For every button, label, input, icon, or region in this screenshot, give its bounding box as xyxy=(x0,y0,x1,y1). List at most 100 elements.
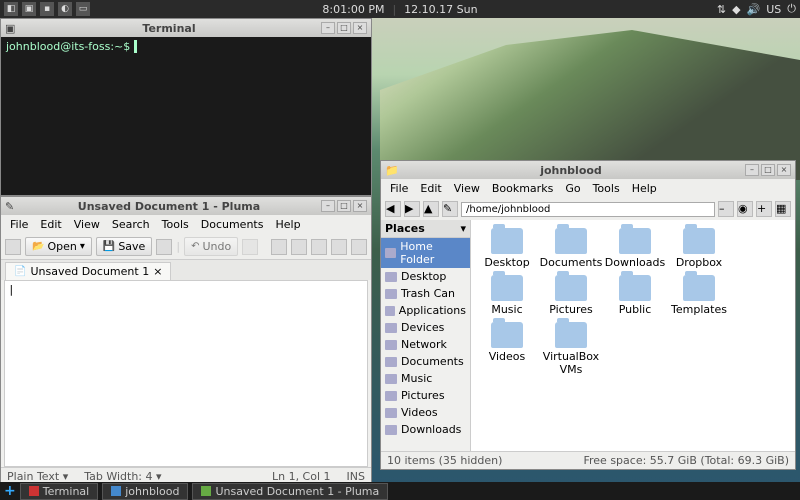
tab-close-icon[interactable]: × xyxy=(153,265,162,278)
pluma-window: ✎ Unsaved Document 1 - Pluma – □ × File … xyxy=(0,196,372,486)
sidebar-item-downloads[interactable]: Downloads xyxy=(381,421,470,438)
back-icon[interactable]: ◀ xyxy=(385,201,401,217)
minimize-button[interactable]: – xyxy=(745,164,759,176)
fm-title: johnblood xyxy=(399,164,743,177)
zoom-out-icon[interactable]: – xyxy=(718,201,734,217)
zoom-in-icon[interactable]: + xyxy=(756,201,772,217)
menu-bookmarks[interactable]: Bookmarks xyxy=(487,181,558,196)
location-input[interactable] xyxy=(461,202,715,217)
files-icon[interactable]: ▣ xyxy=(22,2,36,16)
maximize-button[interactable]: □ xyxy=(761,164,775,176)
pluma-titlebar[interactable]: ✎ Unsaved Document 1 - Pluma – □ × xyxy=(1,197,371,215)
copy-icon[interactable] xyxy=(291,239,307,255)
close-button[interactable]: × xyxy=(353,200,367,212)
zoom-reset-icon[interactable]: ◉ xyxy=(737,201,753,217)
paste-icon[interactable] xyxy=(311,239,327,255)
folder-documents[interactable]: Documents xyxy=(543,228,599,269)
browser-icon[interactable]: ◐ xyxy=(58,2,72,16)
folder-icon xyxy=(683,275,715,301)
clock-time[interactable]: 8:01:00 PM xyxy=(322,3,384,16)
task-pluma[interactable]: Unsaved Document 1 - Pluma xyxy=(192,483,388,500)
sidebar-header[interactable]: Places▾ xyxy=(381,220,470,238)
app-icon: 📁 xyxy=(385,164,399,177)
menu-file[interactable]: File xyxy=(5,217,33,232)
cut-icon[interactable] xyxy=(271,239,287,255)
folder-public[interactable]: Public xyxy=(607,275,663,316)
show-desktop-icon[interactable]: ▭ xyxy=(76,2,90,16)
menu-icon[interactable]: ◧ xyxy=(4,2,18,16)
fm-sidebar: Places▾ Home FolderDesktopTrash CanAppli… xyxy=(381,220,471,451)
document-tab[interactable]: 📄 Unsaved Document 1 × xyxy=(5,262,171,280)
menu-file[interactable]: File xyxy=(385,181,413,196)
menu-tools[interactable]: Tools xyxy=(157,217,194,232)
menu-go[interactable]: Go xyxy=(560,181,585,196)
forward-icon[interactable]: ▶ xyxy=(404,201,420,217)
folder-virtualbox-vms[interactable]: VirtualBox VMs xyxy=(543,322,599,376)
sidebar-item-home-folder[interactable]: Home Folder xyxy=(381,238,470,268)
sidebar-item-devices[interactable]: Devices xyxy=(381,319,470,336)
minimize-button[interactable]: – xyxy=(321,200,335,212)
fm-titlebar[interactable]: 📁 johnblood – □ × xyxy=(381,161,795,179)
folder-templates[interactable]: Templates xyxy=(671,275,727,316)
terminal-body[interactable]: johnblood@its-foss:~$ xyxy=(1,37,371,195)
folder-music[interactable]: Music xyxy=(479,275,535,316)
save-button[interactable]: 💾 Save xyxy=(96,237,152,256)
menu-view[interactable]: View xyxy=(69,217,105,232)
folder-dropbox[interactable]: Dropbox xyxy=(671,228,727,269)
find-icon[interactable] xyxy=(331,239,347,255)
menu-help[interactable]: Help xyxy=(270,217,305,232)
fm-icon-view[interactable]: DesktopDocumentsDownloadsDropbox MusicPic… xyxy=(471,220,795,451)
open-button[interactable]: 📂 Open ▾ xyxy=(25,237,92,256)
wifi-icon[interactable]: ◆ xyxy=(732,3,740,16)
terminal-titlebar[interactable]: ▣ Terminal – □ × xyxy=(1,19,371,37)
close-button[interactable]: × xyxy=(353,22,367,34)
network-icon[interactable]: ⇅ xyxy=(717,3,726,16)
terminal-title: Terminal xyxy=(19,22,319,35)
bottom-taskbar: + Terminal johnblood Unsaved Document 1 … xyxy=(0,482,800,500)
keyboard-indicator[interactable]: US xyxy=(766,3,781,16)
view-icon[interactable]: ▦ xyxy=(775,201,791,217)
folder-downloads[interactable]: Downloads xyxy=(607,228,663,269)
task-terminal[interactable]: Terminal xyxy=(20,483,99,500)
menu-edit[interactable]: Edit xyxy=(35,217,66,232)
power-icon[interactable]: ⏻ xyxy=(787,2,796,16)
menu-tools[interactable]: Tools xyxy=(588,181,625,196)
editor-area[interactable]: | xyxy=(4,280,368,467)
sidebar-item-music[interactable]: Music xyxy=(381,370,470,387)
folder-pictures[interactable]: Pictures xyxy=(543,275,599,316)
menu-documents[interactable]: Documents xyxy=(196,217,269,232)
sidebar-item-desktop[interactable]: Desktop xyxy=(381,268,470,285)
undo-button[interactable]: ↶ Undo xyxy=(184,237,238,256)
menu-view[interactable]: View xyxy=(449,181,485,196)
sidebar-item-applications[interactable]: Applications xyxy=(381,302,470,319)
replace-icon[interactable] xyxy=(351,239,367,255)
folder-icon xyxy=(619,275,651,301)
up-icon[interactable]: ▲ xyxy=(423,201,439,217)
redo-icon[interactable] xyxy=(242,239,258,255)
terminal-icon[interactable]: ▪ xyxy=(40,2,54,16)
folder-desktop[interactable]: Desktop xyxy=(479,228,535,269)
clock-date[interactable]: 12.10.17 Sun xyxy=(404,3,477,16)
menu-search[interactable]: Search xyxy=(107,217,155,232)
volume-icon[interactable]: 🔊 xyxy=(747,3,761,16)
new-icon[interactable] xyxy=(5,239,21,255)
menu-help[interactable]: Help xyxy=(627,181,662,196)
task-filemanager[interactable]: johnblood xyxy=(102,483,188,500)
close-button[interactable]: × xyxy=(777,164,791,176)
folder-videos[interactable]: Videos xyxy=(479,322,535,376)
sidebar-item-documents[interactable]: Documents xyxy=(381,353,470,370)
maximize-button[interactable]: □ xyxy=(337,22,351,34)
maximize-button[interactable]: □ xyxy=(337,200,351,212)
folder-icon xyxy=(385,374,397,384)
print-icon[interactable] xyxy=(156,239,172,255)
sidebar-item-trash-can[interactable]: Trash Can xyxy=(381,285,470,302)
add-workspace-icon[interactable]: + xyxy=(4,483,16,499)
menu-edit[interactable]: Edit xyxy=(415,181,446,196)
pathbar-toggle-icon[interactable]: ✎ xyxy=(442,201,458,217)
chevron-down-icon[interactable]: ▾ xyxy=(460,222,466,235)
sidebar-item-pictures[interactable]: Pictures xyxy=(381,387,470,404)
top-panel: ◧ ▣ ▪ ◐ ▭ 8:01:00 PM | 12.10.17 Sun ⇅ ◆ … xyxy=(0,0,800,18)
sidebar-item-network[interactable]: Network xyxy=(381,336,470,353)
minimize-button[interactable]: – xyxy=(321,22,335,34)
sidebar-item-videos[interactable]: Videos xyxy=(381,404,470,421)
